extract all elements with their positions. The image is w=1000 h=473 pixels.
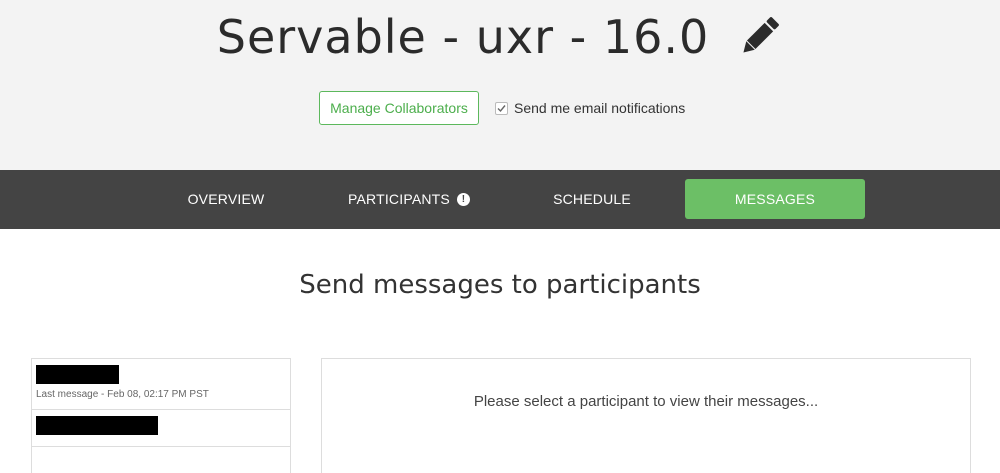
tab-participants-label: PARTICIPANTS — [348, 191, 450, 207]
tab-schedule-label: SCHEDULE — [553, 191, 631, 207]
checkmark-icon — [497, 104, 506, 112]
tab-overview[interactable]: OVERVIEW — [146, 179, 306, 219]
page-heading: Send messages to participants — [299, 270, 701, 300]
tab-schedule[interactable]: SCHEDULE — [512, 179, 672, 219]
email-notifications-label: Send me email notifications — [514, 100, 686, 116]
pencil-icon[interactable] — [735, 13, 783, 61]
participant-list-item[interactable] — [32, 410, 290, 447]
redacted-participant-name — [36, 416, 158, 435]
email-notifications-checkbox[interactable] — [495, 101, 508, 115]
project-nav: OVERVIEW PARTICIPANTS ! SCHEDULE MESSAGE… — [0, 170, 1000, 229]
project-header: Servable - uxr - 16.0 Manage Collaborato… — [0, 0, 1000, 170]
project-actions: Manage Collaborators Send me email notif… — [0, 91, 1000, 125]
tab-messages-label: MESSAGES — [734, 191, 816, 207]
tab-overview-label: OVERVIEW — [187, 191, 265, 207]
project-title: Servable - uxr - 16.0 — [216, 10, 710, 64]
manage-collaborators-button[interactable]: Manage Collaborators — [319, 91, 479, 125]
participant-list: Last message - Feb 08, 02:17 PM PST — [31, 358, 291, 473]
alert-icon: ! — [456, 192, 470, 206]
email-notifications-toggle[interactable]: Send me email notifications — [495, 91, 685, 125]
participant-list-item[interactable]: Last message - Feb 08, 02:17 PM PST — [32, 359, 290, 410]
message-thread-panel: Please select a participant to view thei… — [321, 358, 971, 473]
redacted-participant-name — [36, 365, 119, 384]
empty-state-message: Please select a participant to view thei… — [473, 393, 819, 410]
tab-messages[interactable]: MESSAGES — [685, 179, 865, 219]
last-message-timestamp: Last message - Feb 08, 02:17 PM PST — [36, 389, 209, 400]
title-row: Servable - uxr - 16.0 — [0, 4, 1000, 70]
tab-participants[interactable]: PARTICIPANTS ! — [329, 179, 489, 219]
